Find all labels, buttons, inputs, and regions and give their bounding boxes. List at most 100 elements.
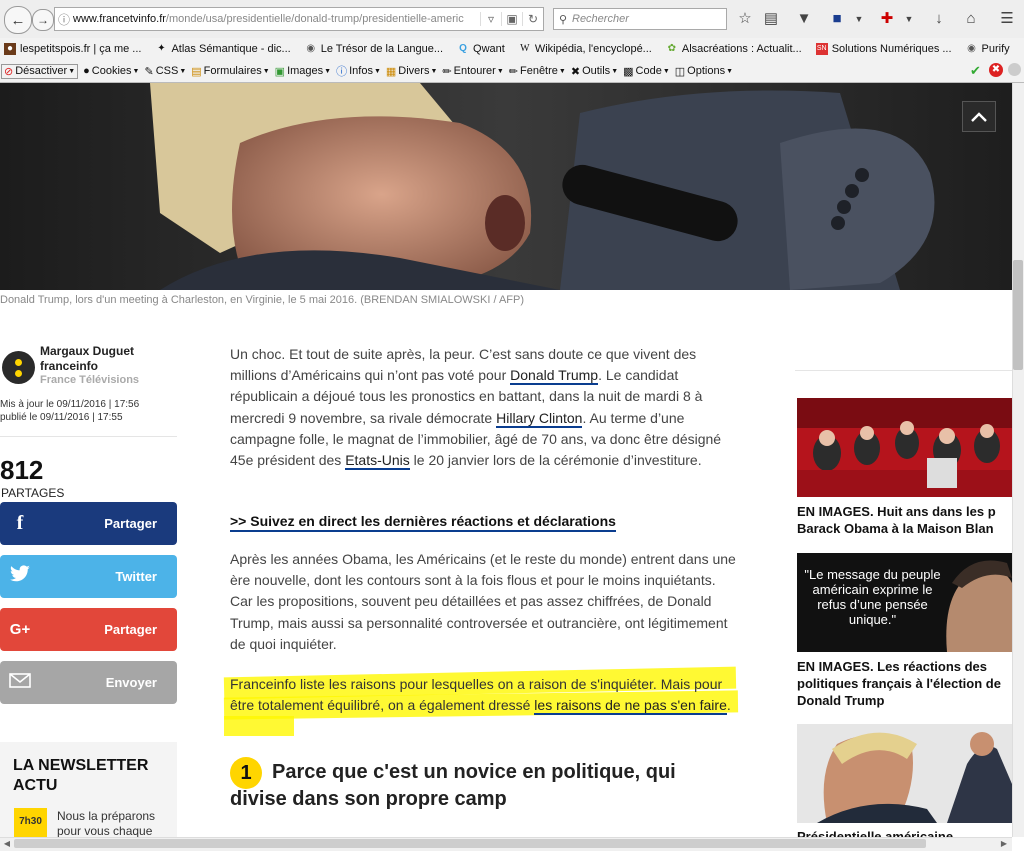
dev-menu-cookies[interactable]: ● Cookies ▼ [83, 65, 139, 77]
pocket-icon[interactable]: ▼ [793, 9, 815, 29]
related-thumbnail[interactable] [797, 398, 1012, 497]
bookmark-item[interactable]: Q Qwant [453, 43, 505, 55]
search-input[interactable]: Rechercher [572, 13, 629, 25]
bookmark-item[interactable]: ◉ Purify [962, 43, 1010, 55]
trump-fist-photo [797, 724, 1012, 823]
author-outlet: franceinfo [40, 359, 99, 373]
chevron-down-icon: ▼ [179, 67, 187, 75]
article-paragraph: Après les années Obama, les Américains (… [230, 551, 736, 652]
photo-caption: Donald Trump, lors d'un meeting à Charle… [0, 294, 525, 306]
google-plus-share-button[interactable]: G+ Partager [0, 608, 177, 651]
dev-menu-entourer[interactable]: ✏ Entourer ▼ [442, 65, 503, 78]
url-text[interactable]: www.francetvinfo.fr/monde/usa/presidenti… [73, 13, 480, 25]
dev-menu-label: Infos [349, 65, 373, 77]
error-icon[interactable]: ✖ [989, 63, 1003, 77]
forward-arrow-icon: → [37, 13, 49, 27]
dev-menu-css[interactable]: ✎ CSS ▼ [144, 65, 186, 78]
chevron-down-icon: ▼ [324, 67, 332, 75]
chevron-down-icon: ▼ [496, 67, 504, 75]
bookmark-item[interactable]: W Wikipédia, l'encyclopé... [515, 43, 652, 55]
pea-icon: ● [4, 43, 16, 55]
related-title[interactable]: EN IMAGES. Huit ans dans les p Barack Oba… [797, 503, 1012, 537]
hero-photo-illustration [0, 83, 1012, 290]
facebook-share-button[interactable]: f Partager [0, 502, 177, 545]
bookmark-label: Le Trésor de la Langue... [320, 43, 444, 55]
window-icon: ✏ [508, 65, 518, 78]
title-line: Barack Obama à la Maison Blan [797, 521, 994, 536]
check-icon[interactable]: ✔ [970, 63, 981, 79]
chevron-down-icon: ▼ [132, 67, 140, 75]
bookmark-item[interactable]: SN Solutions Numériques ... [812, 43, 952, 55]
reading-list-icon[interactable]: ▤ [760, 9, 782, 29]
status-icon[interactable] [1008, 63, 1021, 76]
related-title[interactable]: Présidentielle américaine [797, 828, 1012, 837]
divider [0, 436, 177, 437]
dev-menu-images[interactable]: ▣ Images ▼ [275, 65, 331, 78]
home-icon[interactable]: ⌂ [960, 9, 982, 29]
link-etats-unis[interactable]: Etats-Unis [345, 452, 410, 471]
dev-menu-desactiver[interactable]: ⊘ Désactiver ▼ [1, 63, 79, 79]
save-icon[interactable]: ■ [826, 9, 848, 29]
reload-icon[interactable]: ↻ [522, 12, 543, 26]
scroll-left-icon[interactable]: ◀ [1, 838, 13, 849]
tools-icon: ✖ [570, 65, 581, 78]
link-raisons-de-ne-pas-sen-faire[interactable]: les raisons de ne pas s'en faire [534, 697, 727, 716]
scroll-to-top-button[interactable] [962, 101, 996, 132]
bookmark-star-icon[interactable]: ☆ [734, 9, 756, 29]
link-hillary-clinton[interactable]: Hillary Clinton [496, 409, 583, 428]
updated-date: Mis à jour le 09/11/2016 | 17:56 [0, 399, 140, 410]
chevron-down-icon[interactable]: ▼ [898, 9, 920, 29]
back-button[interactable]: ← [4, 6, 32, 34]
bookmark-item[interactable]: ✦ Atlas Sémantique - dic... [151, 43, 290, 55]
related-thumbnail[interactable] [797, 724, 1012, 823]
chevron-down-icon: ▼ [430, 67, 438, 75]
bookmark-label: Wikipédia, l'encyclopé... [534, 43, 652, 55]
vertical-scroll-thumb[interactable] [1013, 260, 1023, 370]
url-bar[interactable]: ⓘ www.francetvinfo.fr/monde/usa/presiden… [54, 7, 544, 31]
related-title[interactable]: EN IMAGES. Les réactions des politiques … [797, 658, 1012, 709]
first-aid-icon[interactable]: ✚ [876, 9, 898, 29]
bookmark-item[interactable]: ✿ Alsacréations : Actualit... [662, 43, 802, 55]
scroll-right-icon[interactable]: ▶ [998, 838, 1010, 849]
facebook-icon: f [16, 512, 24, 534]
chevron-down-icon: ▼ [726, 67, 734, 75]
live-coverage-link[interactable]: >> Suivez en direct les dernières réacti… [230, 512, 616, 532]
web-developer-toolbar: ⊘ Désactiver ▼ ● Cookies ▼ ✎ CSS ▼ ▤ Formulaire… [0, 60, 1024, 83]
reader-view-icon[interactable]: ▣ [501, 12, 522, 26]
dev-menu-formulaires[interactable]: ▤ Formulaires ▼ [191, 65, 269, 78]
forward-button[interactable]: → [32, 9, 54, 31]
horizontal-scroll-thumb[interactable] [14, 839, 926, 848]
dev-menu-outils[interactable]: ✖ Outils ▼ [571, 65, 618, 78]
author-name[interactable]: Margaux Duguet [40, 344, 134, 358]
disable-icon: ⊘ [4, 65, 14, 78]
download-icon[interactable]: ↓ [928, 9, 950, 29]
dev-menu-infos[interactable]: ⓘ Infos ▼ [336, 63, 381, 79]
bookmark-item[interactable]: ◉ Le Trésor de la Langue... [301, 43, 443, 55]
dev-menu-code[interactable]: ▩ Code ▼ [623, 65, 670, 78]
bookmark-item[interactable]: ● lespetitspois.fr | ça me ... [0, 43, 141, 55]
qwant-icon: Q [459, 43, 467, 54]
dev-menu-divers[interactable]: ▦ Divers ▼ [386, 65, 438, 78]
menu-icon[interactable]: ☰ [996, 9, 1018, 29]
dropdown-icon[interactable]: ▿ [480, 12, 501, 26]
chevron-down-icon[interactable]: ▼ [848, 9, 870, 29]
text-run: . [726, 697, 731, 714]
link-donald-trump[interactable]: Donald Trump [510, 367, 599, 386]
twitter-share-button[interactable]: Twitter [0, 555, 177, 598]
dev-menu-options[interactable]: ◫ Options ▼ [675, 65, 733, 78]
cinema-photo [797, 398, 1012, 497]
newsletter-time-badge: 7h30 [14, 808, 47, 837]
bookmark-label: lespetitspois.fr | ça me ... [20, 43, 142, 55]
vertical-scrollbar[interactable] [1012, 83, 1024, 837]
image-icon: ▣ [274, 65, 286, 78]
info-icon: ⓘ [336, 66, 348, 78]
author-avatar[interactable] [2, 351, 35, 384]
search-bar[interactable]: ⚲ Rechercher [553, 8, 727, 30]
dev-menu-label: Images [287, 65, 324, 77]
dev-menu-fenetre[interactable]: ✏ Fenêtre ▼ [509, 65, 566, 78]
code-icon: ▩ [623, 65, 634, 78]
dev-menu-label: Désactiver [15, 65, 68, 77]
wikipedia-icon: W [520, 43, 530, 54]
email-share-button[interactable]: Envoyer [0, 661, 177, 704]
chevron-up-icon [971, 111, 987, 122]
